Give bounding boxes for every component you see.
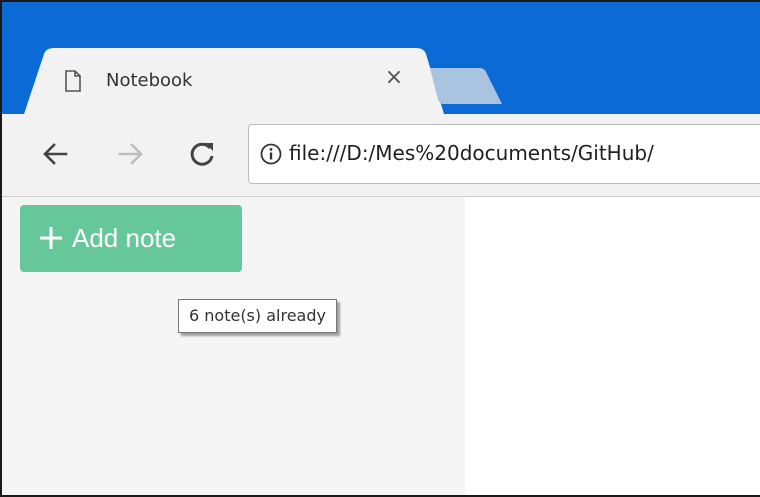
page-content: Add note 6 note(s) already: [2, 197, 760, 495]
notes-sidebar: Add note 6 note(s) already: [2, 197, 465, 495]
info-icon[interactable]: [259, 142, 283, 166]
tab-title: Notebook: [106, 70, 193, 91]
tab-close-icon[interactable]: ×: [382, 66, 406, 90]
browser-toolbar: file:///D:/Mes%20documents/GitHub/: [2, 114, 760, 197]
reload-icon[interactable]: [184, 136, 220, 172]
url-text: file:///D:/Mes%20documents/GitHub/: [289, 141, 654, 165]
address-bar[interactable]: file:///D:/Mes%20documents/GitHub/: [248, 124, 760, 184]
add-note-label: Add note: [72, 223, 177, 253]
browser-tab-active[interactable]: Notebook ×: [24, 48, 444, 114]
plus-icon: [40, 227, 62, 249]
add-note-button[interactable]: Add note: [20, 205, 242, 272]
browser-titlebar: Notebook ×: [2, 2, 760, 114]
notes-count-tooltip: 6 note(s) already: [178, 299, 337, 333]
back-arrow-icon[interactable]: [38, 136, 74, 172]
new-tab-icon[interactable]: [430, 68, 505, 104]
page-icon: [65, 70, 81, 92]
tab-shape: [24, 48, 444, 114]
forward-arrow-icon[interactable]: [112, 136, 148, 172]
browser-window: Notebook × file:///D:/Mes%20documents/Gi…: [0, 0, 760, 497]
